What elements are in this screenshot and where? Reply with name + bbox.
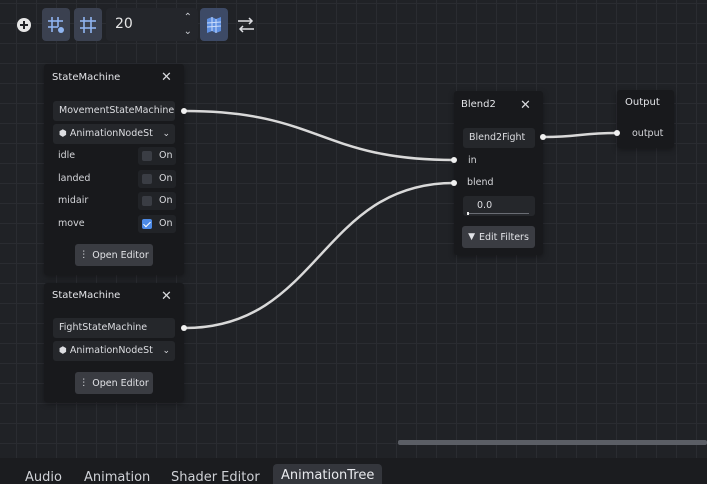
slider-track bbox=[467, 213, 529, 214]
edit-filters-button[interactable]: ▼ Edit Filters bbox=[462, 226, 535, 248]
toggle-label: On bbox=[159, 218, 173, 229]
open-editor-label: Open Editor bbox=[92, 249, 149, 261]
row-label-move: move bbox=[58, 218, 85, 229]
node-title: StateMachine bbox=[52, 290, 121, 301]
port-label-output: output bbox=[632, 128, 664, 139]
output-port[interactable] bbox=[540, 134, 546, 140]
output-port[interactable] bbox=[181, 108, 187, 114]
output-port[interactable] bbox=[181, 325, 187, 331]
input-port-in[interactable] bbox=[451, 157, 457, 163]
open-editor-label: Open Editor bbox=[92, 377, 149, 389]
input-port-output[interactable] bbox=[614, 130, 620, 136]
connection-blend2-to-output[interactable] bbox=[543, 131, 618, 139]
node-title: Blend2 bbox=[461, 99, 496, 110]
row-label-landed: landed bbox=[58, 173, 91, 184]
machine-name-field[interactable]: MovementStateMachine bbox=[53, 101, 175, 121]
blend2-node[interactable]: Blend2 ✕ Blend2Fight in blend 0.0 ▼ Edit… bbox=[454, 91, 543, 255]
edit-icon: ⋮ bbox=[79, 378, 89, 388]
output-node[interactable]: Output output bbox=[617, 90, 674, 148]
close-icon[interactable]: ✕ bbox=[520, 99, 531, 112]
close-icon[interactable]: ✕ bbox=[161, 71, 172, 84]
tab-animation-tree[interactable]: AnimationTree bbox=[273, 464, 383, 484]
node-title: StateMachine bbox=[52, 72, 121, 83]
blend-amount-slider[interactable]: 0.0 bbox=[463, 196, 535, 216]
toggle-label: On bbox=[159, 195, 173, 206]
state-machine-node-movement[interactable]: StateMachine ✕ MovementStateMachine ⬢ An… bbox=[44, 64, 184, 275]
edit-filters-label: Edit Filters bbox=[479, 231, 529, 243]
port-label-in: in bbox=[468, 155, 477, 166]
port-label-blend: blend bbox=[467, 177, 494, 188]
state-machine-node-fight[interactable]: StateMachine ✕ FightStateMachine ⬢ Anima… bbox=[44, 283, 184, 402]
toggle-move[interactable]: On bbox=[138, 215, 176, 233]
tab-audio[interactable]: Audio bbox=[25, 470, 62, 484]
blend-name-field[interactable]: Blend2Fight bbox=[463, 128, 535, 148]
toggle-label: On bbox=[159, 150, 173, 161]
tab-animation[interactable]: Animation bbox=[84, 470, 150, 484]
row-label-midair: midair bbox=[58, 195, 89, 206]
connection-fight-to-blend[interactable] bbox=[184, 181, 455, 330]
toggle-landed[interactable]: On bbox=[138, 170, 176, 188]
checkbox-checked-icon[interactable] bbox=[142, 219, 152, 229]
blend-amount-value: 0.0 bbox=[477, 200, 493, 211]
open-editor-button[interactable]: ⋮ Open Editor bbox=[75, 372, 153, 394]
resource-icon: ⬢ bbox=[59, 346, 67, 356]
slider-grabber[interactable] bbox=[467, 212, 469, 215]
edit-icon: ⋮ bbox=[79, 250, 89, 260]
toggle-idle[interactable]: On bbox=[138, 147, 176, 165]
resource-type-label: AnimationNodeSt bbox=[69, 128, 153, 139]
toggle-midair[interactable]: On bbox=[138, 192, 176, 210]
filter-icon: ▼ bbox=[468, 232, 475, 242]
toggle-label: On bbox=[159, 173, 173, 184]
chevron-down-icon: ⌄ bbox=[162, 346, 170, 356]
resource-type-label: AnimationNodeSt bbox=[69, 345, 153, 356]
node-title: Output bbox=[625, 97, 660, 108]
chevron-down-icon: ⌄ bbox=[162, 129, 170, 139]
checkbox-icon[interactable] bbox=[142, 174, 152, 184]
open-editor-button[interactable]: ⋮ Open Editor bbox=[75, 244, 153, 266]
resource-type-dropdown[interactable]: ⬢ AnimationNodeSt ⌄ bbox=[53, 341, 175, 361]
resource-icon: ⬢ bbox=[59, 129, 67, 139]
resource-type-dropdown[interactable]: ⬢ AnimationNodeSt ⌄ bbox=[53, 124, 175, 144]
input-port-blend[interactable] bbox=[451, 180, 457, 186]
row-label-idle: idle bbox=[58, 150, 76, 161]
tab-shader-editor[interactable]: Shader Editor bbox=[171, 470, 260, 484]
checkbox-icon[interactable] bbox=[142, 151, 152, 161]
checkbox-icon[interactable] bbox=[142, 196, 152, 206]
close-icon[interactable]: ✕ bbox=[161, 290, 172, 303]
connection-movement-to-in[interactable] bbox=[184, 109, 455, 162]
horizontal-scrollbar[interactable] bbox=[398, 440, 707, 445]
machine-name-field[interactable]: FightStateMachine bbox=[53, 318, 175, 338]
